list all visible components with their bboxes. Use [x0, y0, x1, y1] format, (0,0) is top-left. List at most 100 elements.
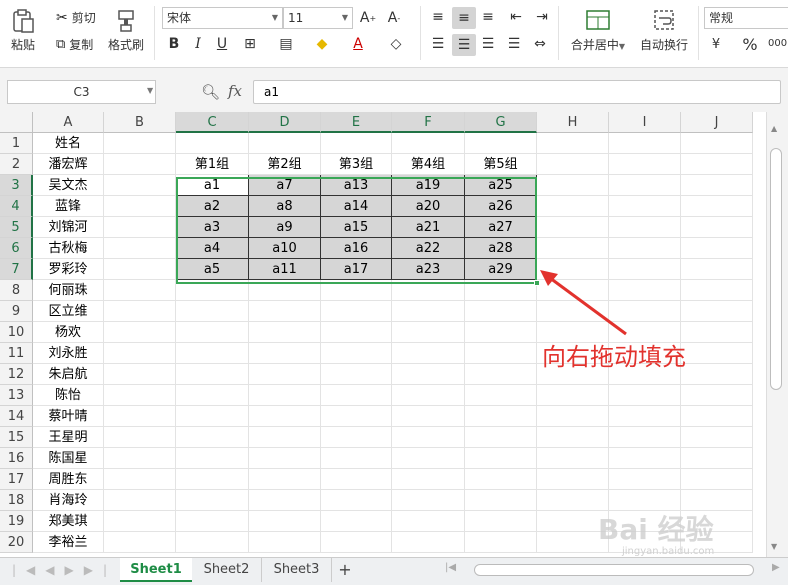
cell[interactable]: [537, 133, 609, 154]
fill-color-icon[interactable]: ◆: [312, 34, 332, 54]
cell[interactable]: [392, 511, 465, 532]
cell[interactable]: 第3组: [321, 154, 392, 175]
cell[interactable]: [249, 469, 321, 490]
cell[interactable]: [392, 301, 465, 322]
row-header[interactable]: 9: [0, 301, 33, 322]
tab-scroll-left-icon[interactable]: |◀: [445, 562, 456, 573]
row-header[interactable]: 5: [0, 217, 33, 238]
cell[interactable]: [465, 385, 537, 406]
cell[interactable]: [465, 133, 537, 154]
row-header[interactable]: 15: [0, 427, 33, 448]
thousands-button[interactable]: 000: [768, 38, 787, 49]
cell[interactable]: [104, 238, 176, 259]
cell[interactable]: [609, 154, 681, 175]
cell[interactable]: 第4组: [392, 154, 465, 175]
cell[interactable]: [176, 469, 249, 490]
cut-button[interactable]: ✂ 剪切: [56, 9, 96, 26]
cell[interactable]: [681, 238, 753, 259]
cell[interactable]: [609, 133, 681, 154]
cell[interactable]: [104, 511, 176, 532]
row-header[interactable]: 12: [0, 364, 33, 385]
cell[interactable]: [465, 322, 537, 343]
cell[interactable]: [104, 259, 176, 280]
row-header[interactable]: 14: [0, 406, 33, 427]
cell[interactable]: [176, 364, 249, 385]
cell[interactable]: [681, 280, 753, 301]
cell[interactable]: [392, 490, 465, 511]
cell[interactable]: [321, 448, 392, 469]
cell[interactable]: 区立维: [33, 301, 104, 322]
column-header[interactable]: J: [681, 112, 753, 133]
cell[interactable]: [176, 427, 249, 448]
cell[interactable]: [104, 532, 176, 553]
row-header[interactable]: 3: [0, 175, 33, 196]
column-header[interactable]: G: [465, 112, 537, 133]
cell[interactable]: [321, 427, 392, 448]
cell[interactable]: [392, 385, 465, 406]
cell[interactable]: [104, 301, 176, 322]
format-painter-button[interactable]: 格式刷: [108, 8, 144, 53]
cell[interactable]: [681, 343, 753, 364]
cell[interactable]: [176, 301, 249, 322]
cell[interactable]: [681, 469, 753, 490]
cell[interactable]: [681, 406, 753, 427]
cell[interactable]: [104, 385, 176, 406]
cell[interactable]: 王星明: [33, 427, 104, 448]
cell[interactable]: [681, 217, 753, 238]
cell[interactable]: 刘永胜: [33, 343, 104, 364]
cell[interactable]: [609, 406, 681, 427]
cell[interactable]: [609, 385, 681, 406]
cell[interactable]: [392, 322, 465, 343]
align-middle-icon[interactable]: ≡: [452, 7, 476, 29]
cell[interactable]: [681, 154, 753, 175]
merge-center-button[interactable]: 合并居中▼: [566, 8, 630, 53]
row-header[interactable]: 20: [0, 532, 33, 553]
cell[interactable]: [321, 532, 392, 553]
fx-icon[interactable]: fx: [228, 82, 242, 100]
fill-style-icon[interactable]: ▤: [276, 34, 296, 54]
copy-button[interactable]: ⧉ 复制: [56, 36, 93, 53]
cell[interactable]: [104, 175, 176, 196]
column-header[interactable]: A: [33, 112, 104, 133]
cell[interactable]: [392, 343, 465, 364]
cell[interactable]: [321, 322, 392, 343]
cell[interactable]: [609, 427, 681, 448]
column-header[interactable]: C: [176, 112, 249, 133]
cell[interactable]: [681, 322, 753, 343]
cell[interactable]: [104, 448, 176, 469]
cell[interactable]: [681, 301, 753, 322]
tab-scroll-right-icon[interactable]: ▶: [772, 562, 780, 573]
cell[interactable]: [681, 133, 753, 154]
row-header[interactable]: 17: [0, 469, 33, 490]
underline-icon[interactable]: U: [212, 34, 232, 54]
cell[interactable]: [609, 217, 681, 238]
cell[interactable]: [465, 364, 537, 385]
cell[interactable]: [465, 469, 537, 490]
cell[interactable]: 郑美琪: [33, 511, 104, 532]
cell[interactable]: [609, 469, 681, 490]
cell[interactable]: 朱启航: [33, 364, 104, 385]
cell[interactable]: [537, 448, 609, 469]
cell[interactable]: [537, 238, 609, 259]
font-name-select[interactable]: 宋体 ▼: [162, 7, 283, 29]
cell[interactable]: [321, 490, 392, 511]
cell[interactable]: [681, 385, 753, 406]
cell[interactable]: [249, 532, 321, 553]
cell[interactable]: [104, 469, 176, 490]
italic-icon[interactable]: I: [188, 34, 208, 54]
cell[interactable]: [681, 175, 753, 196]
row-header[interactable]: 4: [0, 196, 33, 217]
cell[interactable]: 杨欢: [33, 322, 104, 343]
cell[interactable]: 李裕兰: [33, 532, 104, 553]
cell[interactable]: 古秋梅: [33, 238, 104, 259]
scroll-thumb[interactable]: [770, 148, 782, 390]
select-all-corner[interactable]: [0, 112, 33, 133]
cell[interactable]: [681, 259, 753, 280]
cell[interactable]: 姓名: [33, 133, 104, 154]
add-sheet-button[interactable]: +: [334, 558, 356, 582]
row-header[interactable]: 6: [0, 238, 33, 259]
cell[interactable]: [537, 406, 609, 427]
cell[interactable]: [392, 406, 465, 427]
zoom-formula-icon[interactable]: 🔍︎: [201, 83, 220, 101]
cell[interactable]: [537, 427, 609, 448]
